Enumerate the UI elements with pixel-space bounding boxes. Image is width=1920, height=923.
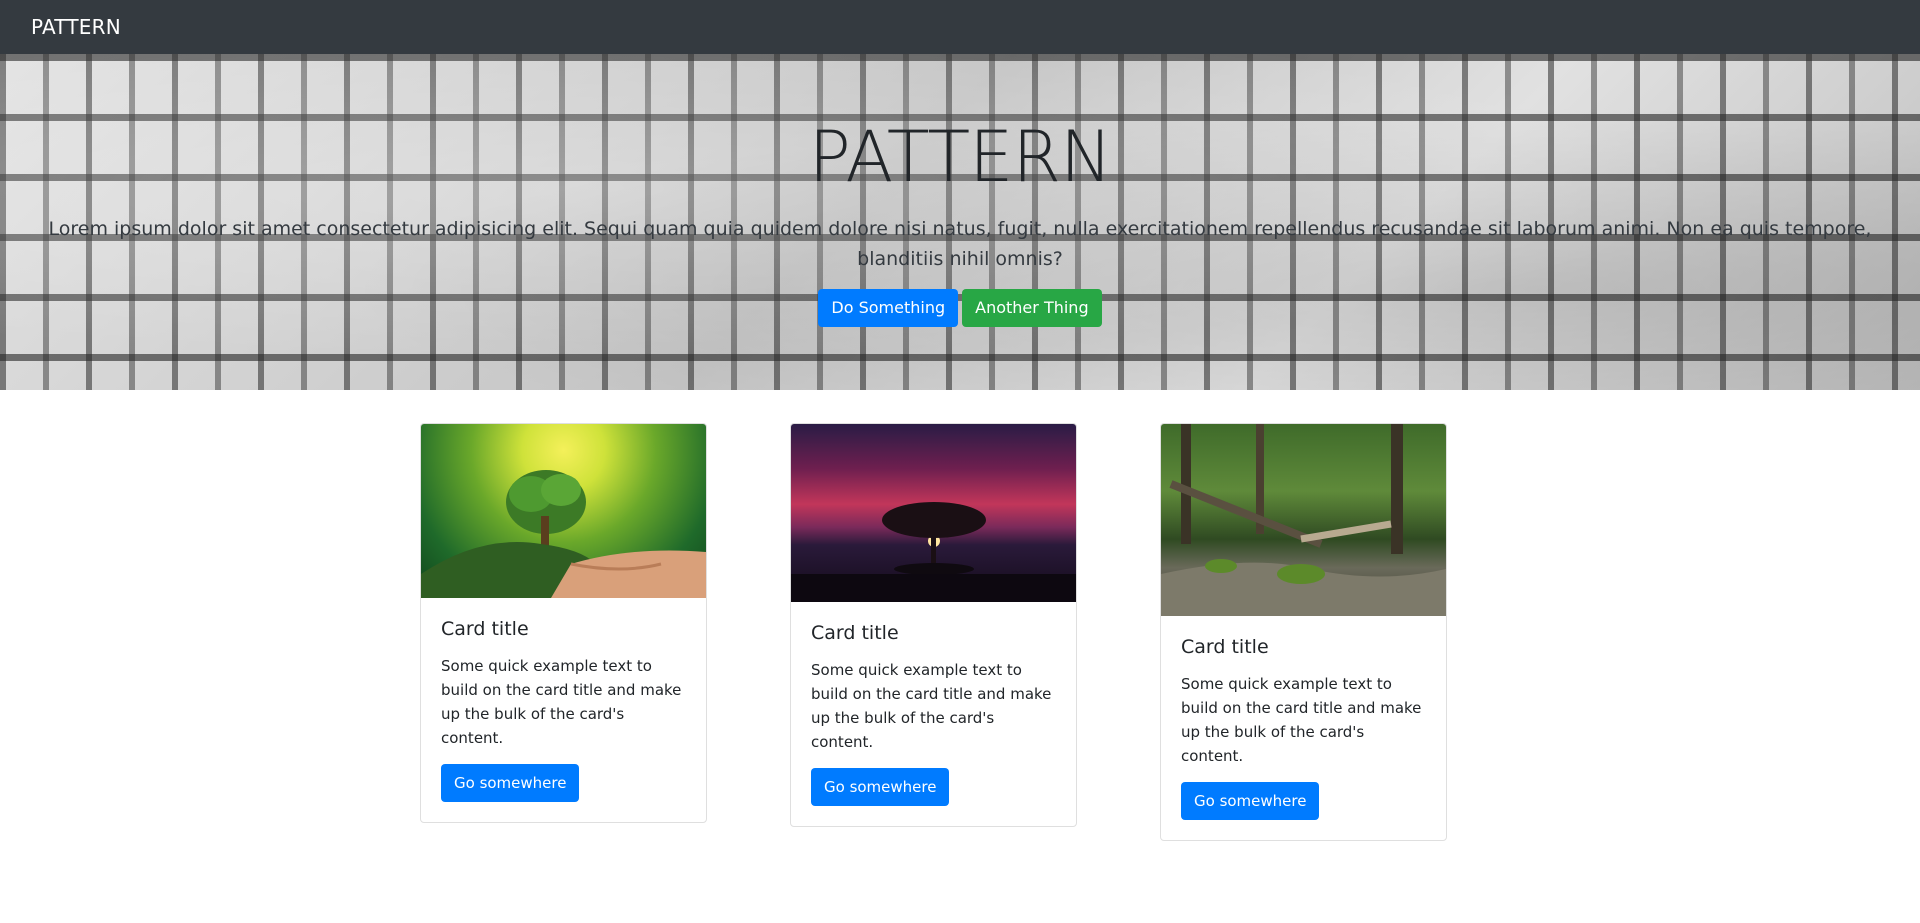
go-somewhere-button[interactable]: Go somewhere xyxy=(811,768,950,806)
card-body: Card title Some quick example text to bu… xyxy=(791,602,1076,826)
card-image-forest-stream xyxy=(1161,424,1446,616)
card: Card title Some quick example text to bu… xyxy=(420,423,707,823)
card-text: Some quick example text to build on the … xyxy=(441,657,682,747)
hero-banner: PATTERN Lorem ipsum dolor sit amet conse… xyxy=(0,54,1920,390)
card: Card title Some quick example text to bu… xyxy=(790,423,1077,827)
card-title: Card title xyxy=(1181,636,1269,658)
card-body: Card title Some quick example text to bu… xyxy=(1161,616,1446,840)
card-body: Card title Some quick example text to bu… xyxy=(421,598,706,822)
navbar-brand[interactable]: PATTERN xyxy=(31,15,121,39)
hero-text: Lorem ipsum dolor sit amet consectetur a… xyxy=(48,218,1872,270)
card-image-tree-at-sunset xyxy=(791,424,1076,602)
do-something-button[interactable]: Do Something xyxy=(818,289,959,327)
navbar: PATTERN xyxy=(0,0,1920,54)
forest-stream-illustration xyxy=(1161,424,1446,616)
card-title: Card title xyxy=(811,622,899,644)
hero-content: PATTERN Lorem ipsum dolor sit amet conse… xyxy=(0,54,1920,390)
hero-buttons: Do Something Another Thing xyxy=(0,289,1920,327)
card-title: Card title xyxy=(441,618,529,640)
card-image-tree-in-hands xyxy=(421,424,706,598)
card: Card title Some quick example text to bu… xyxy=(1160,423,1447,841)
another-thing-button[interactable]: Another Thing xyxy=(962,289,1102,327)
card-text: Some quick example text to build on the … xyxy=(811,661,1052,751)
go-somewhere-button[interactable]: Go somewhere xyxy=(1181,782,1320,820)
card-text: Some quick example text to build on the … xyxy=(1181,675,1422,765)
hero-title: PATTERN xyxy=(808,116,1113,198)
tree-in-hands-illustration xyxy=(421,470,706,598)
go-somewhere-button[interactable]: Go somewhere xyxy=(441,764,580,802)
sunset-tree-illustration xyxy=(791,502,1076,602)
